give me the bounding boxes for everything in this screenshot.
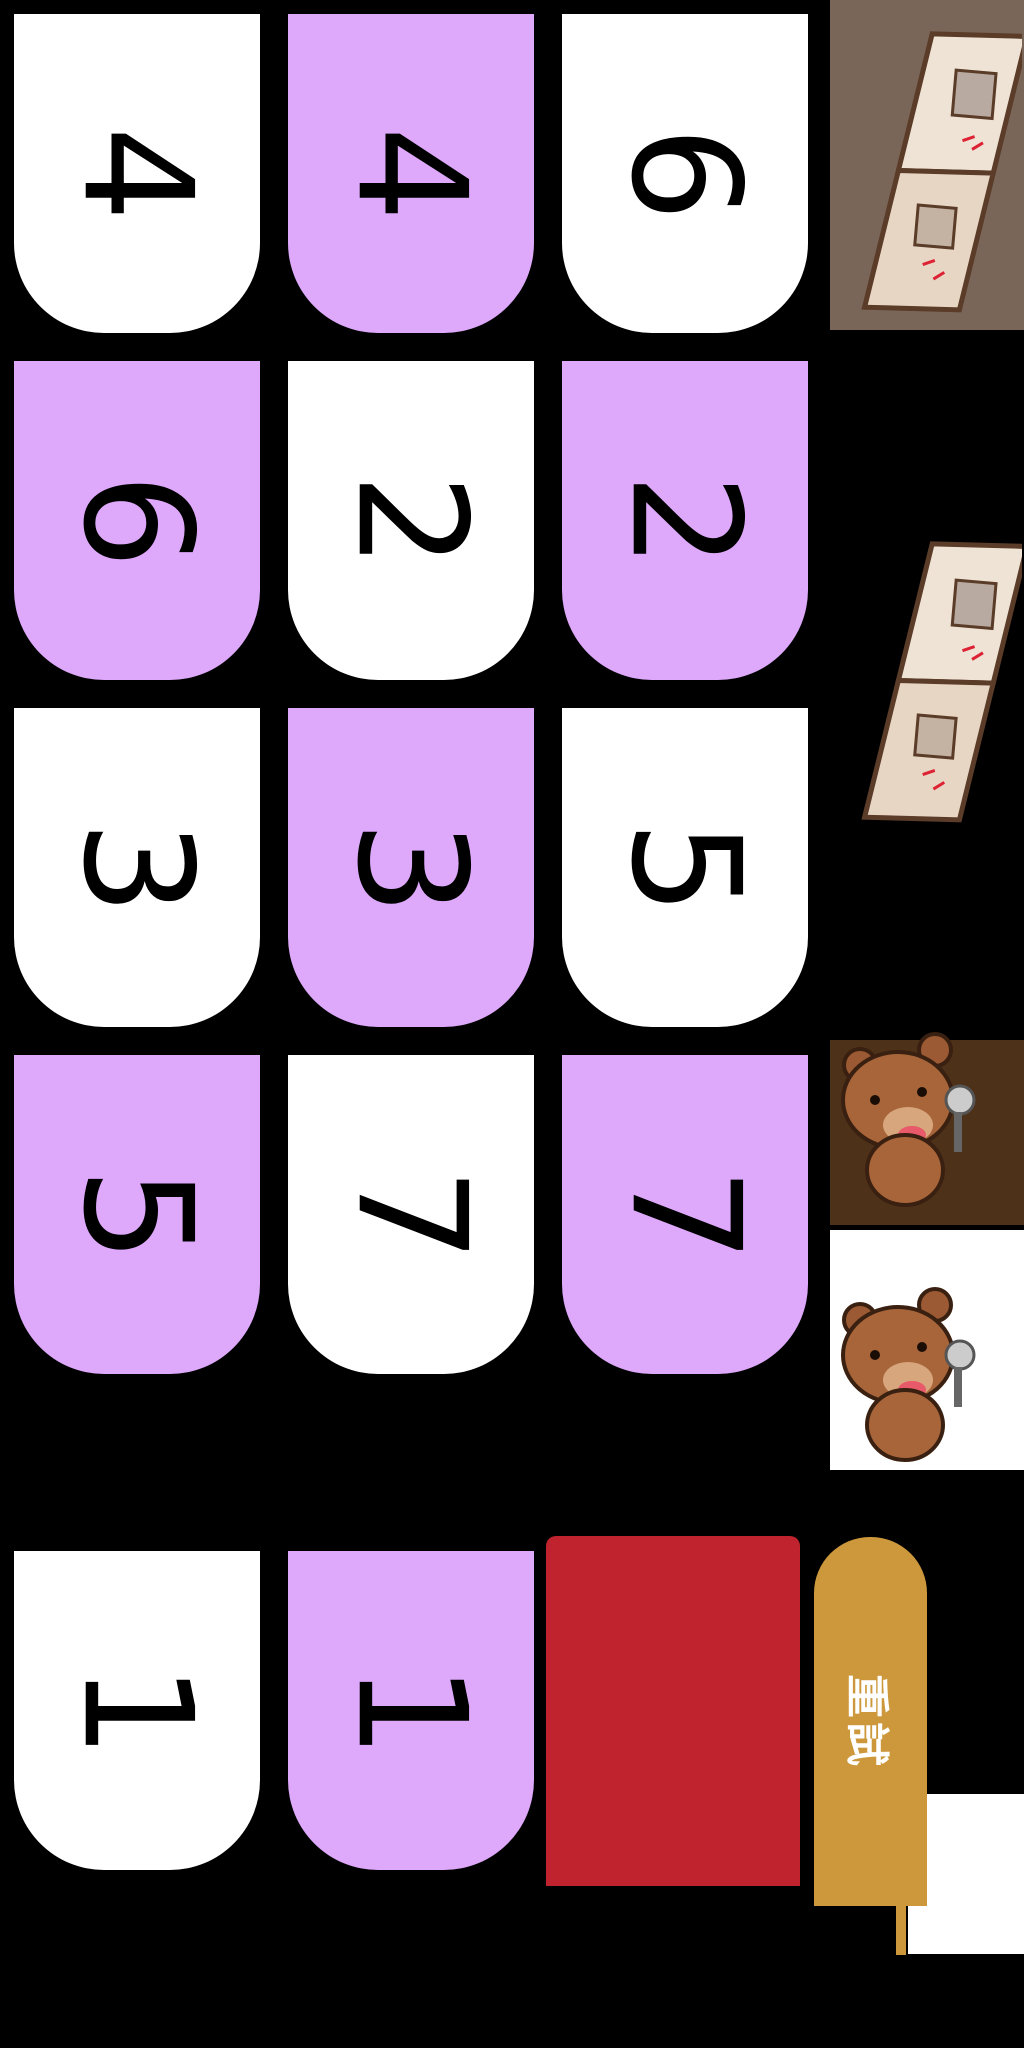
card-value: 3	[324, 819, 498, 916]
card-4-white[interactable]: 4	[14, 14, 260, 333]
card-value: 1	[50, 1662, 224, 1759]
card-3-purple[interactable]: 3	[288, 708, 534, 1027]
card-value: 7	[598, 1166, 772, 1263]
matched-pair-panel	[546, 1536, 800, 1886]
card-value: 6	[50, 472, 224, 569]
open-book-icon	[861, 31, 1022, 313]
card-5-white[interactable]: 5	[562, 708, 808, 1027]
card-value: 4	[324, 125, 498, 222]
card-value: 1	[324, 1662, 498, 1759]
card-2-white[interactable]: 2	[288, 361, 534, 680]
card-value: 2	[324, 472, 498, 569]
retry-stick	[896, 1900, 906, 1955]
card-value: 6	[598, 125, 772, 222]
card-value: 7	[324, 1166, 498, 1263]
card-1-purple[interactable]: 1	[288, 1551, 534, 1870]
retry-button[interactable]: 重試	[814, 1537, 927, 1906]
card-value: 3	[50, 819, 224, 916]
card-value: 5	[50, 1166, 224, 1263]
card-7-white[interactable]: 7	[288, 1055, 534, 1374]
card-value: 5	[598, 819, 772, 916]
card-6-white[interactable]: 6	[562, 14, 808, 333]
card-1-white[interactable]: 1	[14, 1551, 260, 1870]
card-value: 2	[598, 472, 772, 569]
card-3-white[interactable]: 3	[14, 708, 260, 1027]
open-book-icon	[861, 541, 1022, 823]
card-2-purple[interactable]: 2	[562, 361, 808, 680]
card-7-purple[interactable]: 7	[562, 1055, 808, 1374]
card-4-purple[interactable]: 4	[288, 14, 534, 333]
bear-microphone-icon	[841, 1032, 976, 1207]
card-5-purple[interactable]: 5	[14, 1055, 260, 1374]
retry-label: 重試	[840, 1673, 892, 1770]
card-value: 4	[50, 125, 224, 222]
bear-microphone-icon	[841, 1287, 976, 1462]
card-6-purple[interactable]: 6	[14, 361, 260, 680]
